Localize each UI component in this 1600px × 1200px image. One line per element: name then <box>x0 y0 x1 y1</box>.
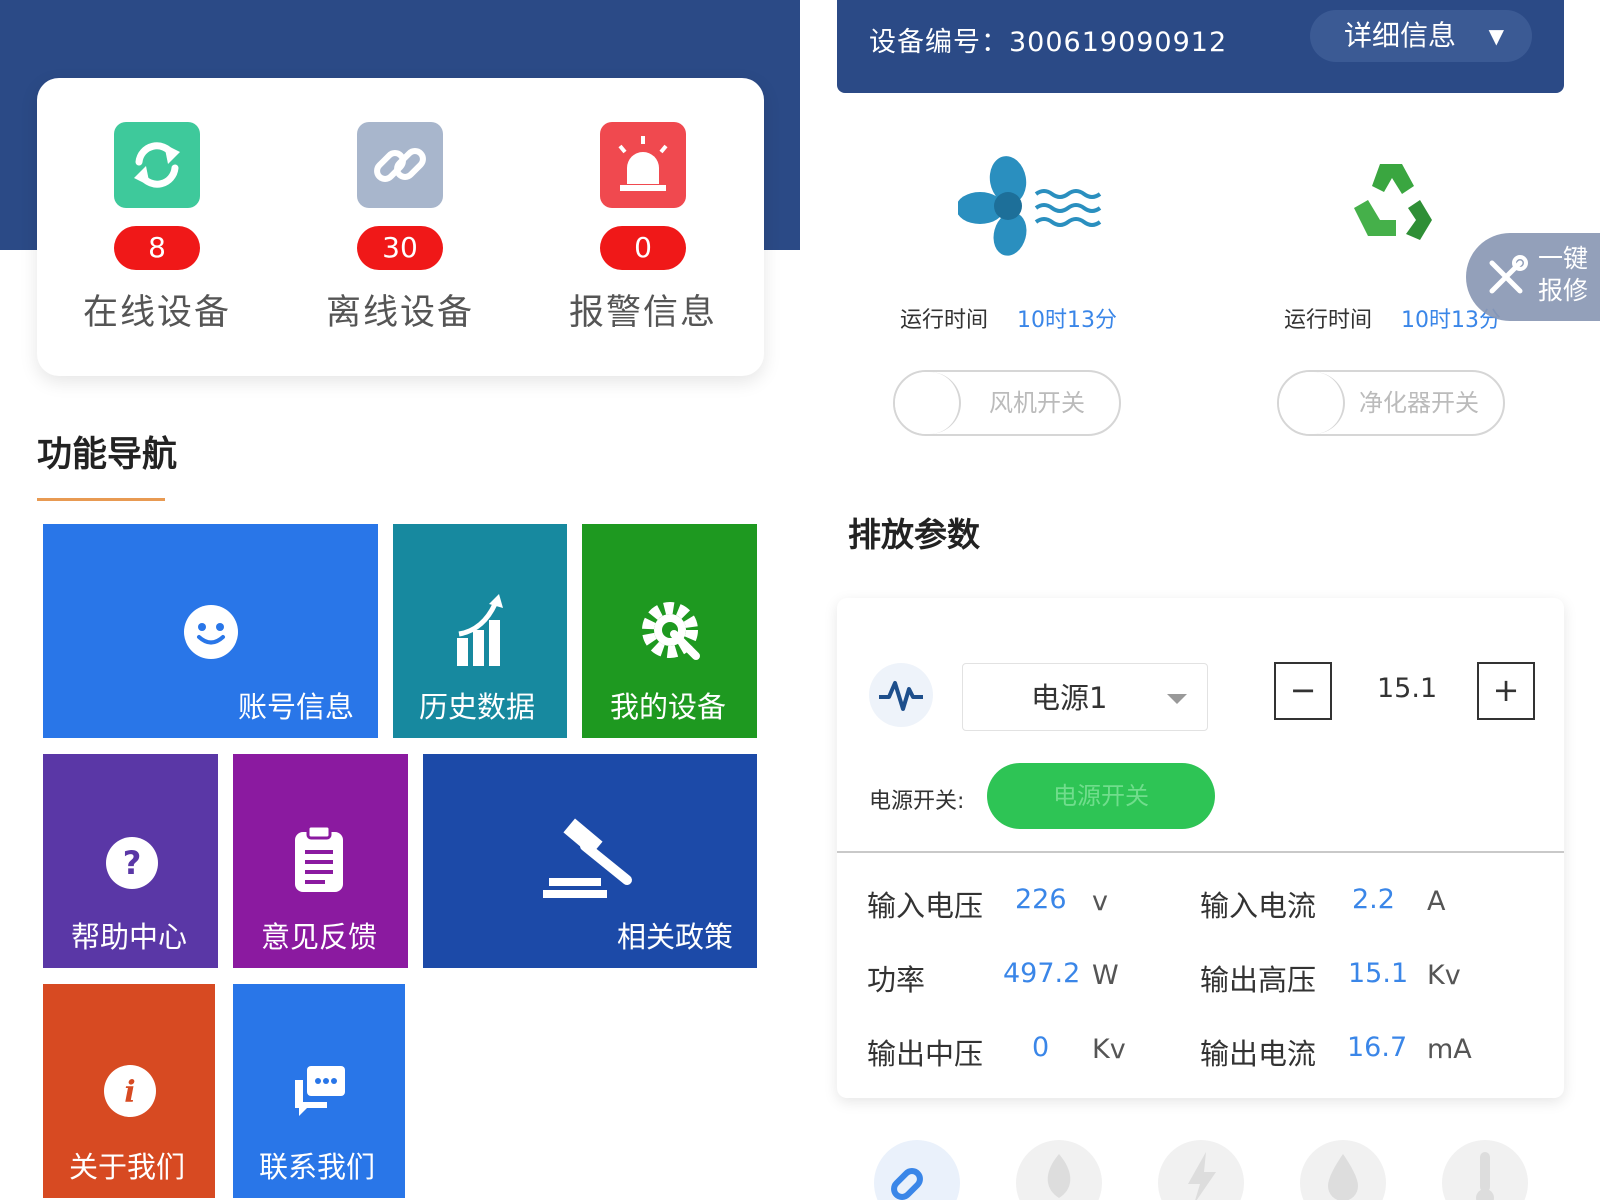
fan-switch-label: 风机开关 <box>989 389 1085 417</box>
nav-title-underline <box>37 498 165 501</box>
lightning-icon[interactable] <box>1158 1140 1244 1200</box>
gavel-icon <box>543 818 632 898</box>
home-screen: 8 在线设备 30 离线设备 0 报警信息 功能导航 账号信息 历史数据 我的设… <box>0 0 800 1200</box>
flame-icon[interactable] <box>1016 1140 1102 1200</box>
increment-button[interactable]: + <box>1477 662 1535 720</box>
purifier-run-time-label: 运行时间 <box>1284 308 1373 333</box>
stat-online-devices[interactable]: 8 在线设备 <box>57 78 257 376</box>
power-switch-label: 电源开关: <box>869 789 965 814</box>
link-icon[interactable] <box>874 1140 960 1200</box>
thermometer-icon[interactable] <box>1442 1140 1528 1200</box>
stat-alarm-info[interactable]: 0 报警信息 <box>543 78 743 376</box>
purifier-switch-toggle[interactable]: 净化器开关 <box>1277 370 1505 436</box>
input-current-unit: A <box>1427 886 1446 917</box>
one-click-repair-button[interactable]: 一键报修 <box>1466 233 1600 321</box>
alarm-info-label: 报警信息 <box>568 293 717 333</box>
fan-icon <box>958 156 1102 256</box>
tile-about-us[interactable]: i 关于我们 <box>43 984 215 1198</box>
online-count-badge: 8 <box>114 226 200 270</box>
emission-params-title: 排放参数 <box>848 515 980 554</box>
tile-account-info[interactable]: 账号信息 <box>43 524 378 738</box>
tile-my-devices[interactable]: 我的设备 <box>582 524 757 738</box>
power-value: 497.2 <box>1003 958 1081 989</box>
output-current-value: 16.7 <box>1347 1032 1408 1063</box>
fan-run-time-value: 10时13分 <box>1017 308 1117 333</box>
output-current-label: 输出电流 <box>1200 1037 1317 1071</box>
tile-history-data[interactable]: 历史数据 <box>393 524 567 738</box>
function-nav-title: 功能导航 <box>37 435 178 475</box>
device-id-label: 设备编号：300619090912 <box>869 27 1228 58</box>
tile-my-devices-label: 我的设备 <box>610 690 727 724</box>
tile-help-center-label: 帮助中心 <box>71 920 188 954</box>
tile-account-info-label: 账号信息 <box>237 690 354 724</box>
waveform-icon <box>879 681 923 711</box>
device-header-bar: 设备编号：300619090912 详细信息 ▼ <box>837 0 1564 93</box>
input-current-value: 2.2 <box>1352 884 1395 915</box>
detail-info-label: 详细信息 <box>1344 19 1457 52</box>
card-divider <box>837 851 1564 853</box>
output-high-voltage-label: 输出高压 <box>1200 963 1317 997</box>
input-current-label: 输入电流 <box>1200 889 1317 923</box>
gear-wrench-icon <box>642 602 700 660</box>
tile-feedback[interactable]: 意见反馈 <box>233 754 408 968</box>
tools-icon <box>1489 255 1528 294</box>
refresh-icon <box>114 122 200 208</box>
caret-down-icon <box>1167 694 1187 704</box>
link-icon <box>357 122 443 208</box>
output-mid-voltage-value: 0 <box>1032 1032 1050 1063</box>
fan-run-time-label: 运行时间 <box>900 308 989 333</box>
offline-devices-label: 离线设备 <box>325 293 474 333</box>
one-click-repair-label: 一键报修 <box>1538 244 1589 305</box>
tile-help-center[interactable]: ? 帮助中心 <box>43 754 218 968</box>
info-icon: i <box>104 1065 156 1117</box>
power-source-select[interactable]: 电源1 <box>962 663 1208 731</box>
smiley-icon <box>184 605 238 659</box>
clipboard-icon <box>295 824 343 892</box>
tile-contact-us-label: 联系我们 <box>259 1150 376 1184</box>
power-switch-button[interactable]: 电源开关 <box>987 763 1215 829</box>
purifier-switch-knob <box>1279 372 1345 434</box>
svg-text:?: ? <box>123 844 142 882</box>
power-unit: W <box>1092 960 1119 991</box>
recycle-icon <box>1354 164 1432 240</box>
drop-icon[interactable] <box>1300 1140 1386 1200</box>
decrement-button[interactable]: − <box>1274 662 1332 720</box>
tile-related-policy-label: 相关政策 <box>616 920 733 954</box>
output-high-voltage-unit: Kv <box>1427 960 1461 991</box>
output-mid-voltage-unit: Kv <box>1092 1034 1126 1065</box>
stat-offline-devices[interactable]: 30 离线设备 <box>300 78 500 376</box>
alarm-count-badge: 0 <box>600 226 686 270</box>
offline-count-badge: 30 <box>357 226 443 270</box>
question-icon: ? <box>106 837 158 889</box>
output-mid-voltage-label: 输出中压 <box>867 1037 984 1071</box>
chat-icon <box>295 1066 345 1116</box>
online-devices-label: 在线设备 <box>82 293 231 333</box>
tile-history-data-label: 历史数据 <box>419 690 536 724</box>
waveform-button[interactable] <box>869 663 933 727</box>
input-voltage-unit: v <box>1092 886 1108 917</box>
emission-params-card: 电源1 − 15.1 + 电源开关: 电源开关 输入电压 226 v 输入电流 … <box>837 598 1564 1098</box>
fan-switch-knob <box>895 372 961 434</box>
output-high-voltage-value: 15.1 <box>1348 958 1409 989</box>
tile-feedback-label: 意见反馈 <box>261 920 378 954</box>
tile-contact-us[interactable]: 联系我们 <box>233 984 405 1198</box>
purifier-switch-label: 净化器开关 <box>1359 389 1479 417</box>
alarm-light-icon <box>600 122 686 208</box>
tile-related-policy[interactable]: 相关政策 <box>423 754 757 968</box>
output-current-unit: mA <box>1427 1034 1472 1065</box>
device-detail-screen: 设备编号：300619090912 详细信息 ▼ 运行时间 10时13分 风机开… <box>800 0 1600 1200</box>
tile-about-us-label: 关于我们 <box>69 1150 186 1184</box>
bar-chart-icon <box>457 594 503 666</box>
input-voltage-label: 输入电压 <box>867 889 984 923</box>
input-voltage-value: 226 <box>1015 884 1067 915</box>
power-label: 功率 <box>867 963 926 997</box>
power-source-value: 电源1 <box>1031 681 1108 715</box>
svg-text:i: i <box>124 1075 135 1110</box>
caret-down-icon: ▼ <box>1488 24 1504 48</box>
device-stats-card: 8 在线设备 30 离线设备 0 报警信息 <box>37 78 764 376</box>
fan-switch-toggle[interactable]: 风机开关 <box>893 370 1121 436</box>
setpoint-value: 15.1 <box>1377 673 1438 704</box>
detail-info-dropdown[interactable]: 详细信息 ▼ <box>1310 10 1532 62</box>
